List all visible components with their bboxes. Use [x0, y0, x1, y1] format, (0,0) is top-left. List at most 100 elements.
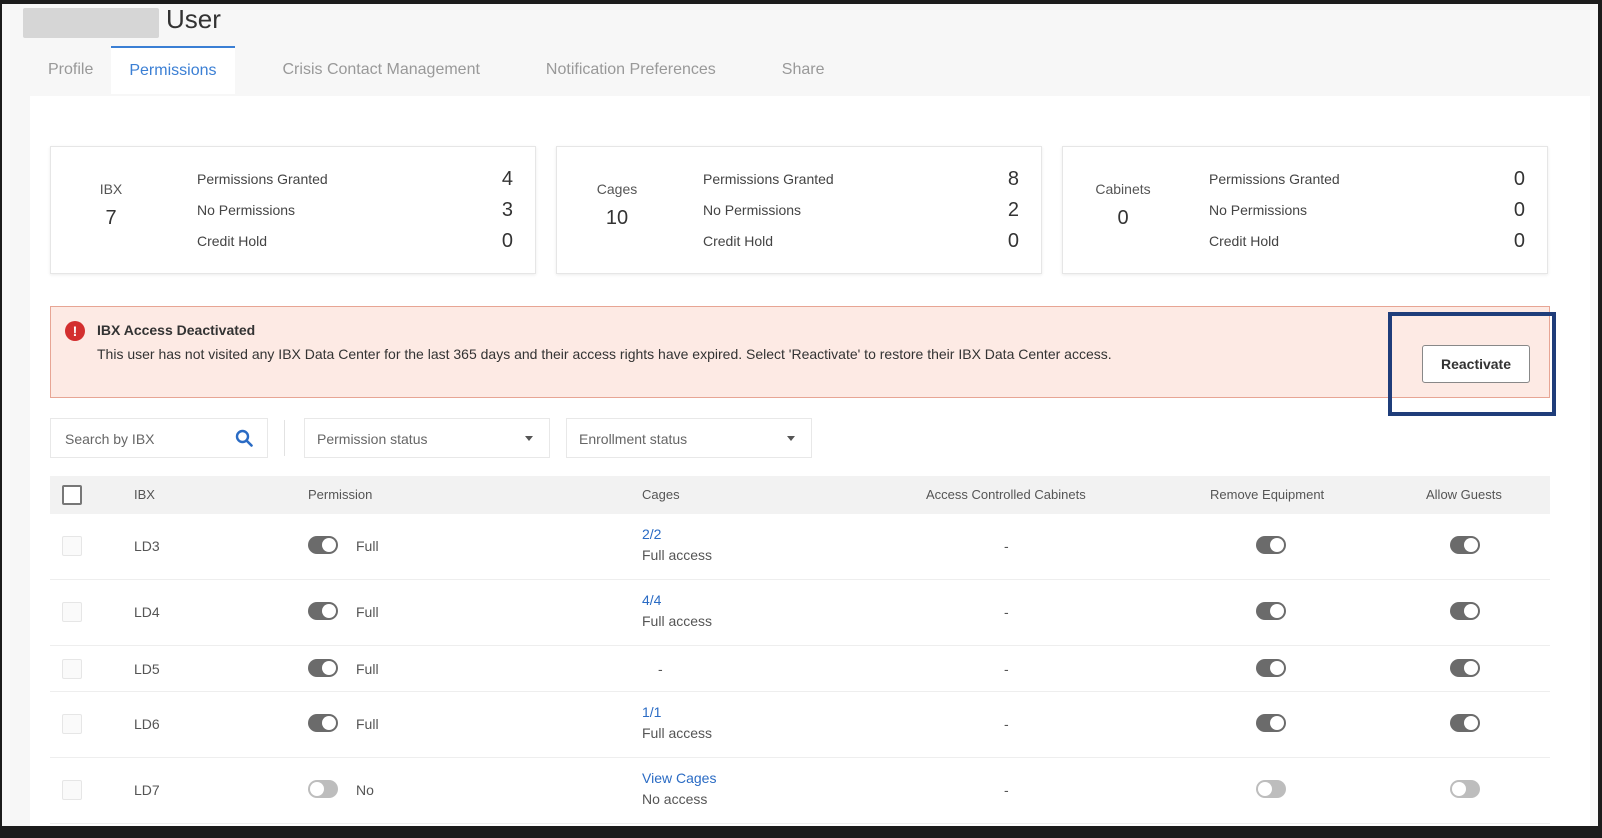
row-checkbox[interactable] — [62, 780, 82, 800]
permission-toggle[interactable] — [308, 714, 338, 732]
tab-profile[interactable]: Profile — [30, 46, 111, 94]
granted-value: 4 — [501, 167, 513, 190]
remove-equipment-toggle[interactable] — [1256, 780, 1286, 798]
view-cages-link[interactable]: View Cages — [642, 770, 716, 786]
cages-access-text: Full access — [642, 725, 713, 741]
allow-guests-toggle[interactable] — [1450, 780, 1480, 798]
cages-link[interactable]: 1/1 — [642, 704, 661, 720]
permission-toggle[interactable] — [308, 536, 338, 554]
permission-toggle[interactable] — [308, 602, 338, 620]
granted-label: Permissions Granted — [1209, 171, 1340, 187]
cages-access-text: Full access — [642, 547, 713, 563]
alert-message: This user has not visited any IBX Data C… — [97, 346, 1112, 362]
highlight-annotation-box — [1388, 312, 1556, 416]
permissions-table: IBX Permission Cages Access Controlled C… — [50, 476, 1550, 824]
app-window: User Profile Permissions Crisis Contact … — [2, 4, 1598, 826]
tab-crisis-contact-management[interactable]: Crisis Contact Management — [265, 46, 498, 94]
permission-cell: Full — [356, 604, 379, 620]
granted-value: 8 — [1007, 167, 1019, 190]
no-permissions-label: No Permissions — [197, 202, 296, 218]
search-icon[interactable] — [235, 429, 253, 447]
cages-link[interactable]: 4/4 — [642, 592, 661, 608]
allow-guests-toggle[interactable] — [1450, 536, 1480, 554]
page-title: User — [166, 4, 221, 34]
ibx-cell: LD5 — [134, 661, 160, 677]
summary-row-hold: Credit Hold 0 — [197, 229, 513, 253]
search-input[interactable]: Search by IBX — [50, 418, 268, 458]
permissions-panel: IBX 7 Permissions Granted 4 No Permission… — [30, 96, 1590, 826]
search-placeholder: Search by IBX — [65, 431, 155, 447]
summary-total: 0 — [1117, 207, 1129, 229]
column-header-ibx[interactable]: IBX — [134, 487, 155, 502]
ibx-cell: LD3 — [134, 538, 160, 554]
summary-total: 10 — [605, 207, 629, 229]
column-header-allow-guests[interactable]: Allow Guests — [1426, 487, 1502, 502]
redacted-user-name — [23, 8, 159, 38]
table-header: IBX Permission Cages Access Controlled C… — [50, 476, 1550, 514]
column-header-permission[interactable]: Permission — [308, 487, 372, 502]
select-all-checkbox[interactable] — [62, 485, 82, 505]
remove-equipment-toggle[interactable] — [1256, 602, 1286, 620]
filter-divider — [284, 420, 285, 456]
cages-summary-card: Cages 10 Permissions Granted 8 No Permiss… — [556, 146, 1042, 274]
tab-share[interactable]: Share — [764, 46, 843, 94]
no-permissions-label: No Permissions — [703, 202, 802, 218]
alert-title: IBX Access Deactivated — [97, 322, 256, 338]
allow-guests-toggle[interactable] — [1450, 659, 1480, 677]
column-header-cages[interactable]: Cages — [642, 487, 680, 502]
cabinets-cell: - — [1004, 716, 1009, 732]
permission-cell: No — [356, 782, 374, 798]
error-icon: ! — [65, 321, 85, 341]
summary-row-none: No Permissions 3 — [197, 198, 513, 222]
credit-hold-value: 0 — [1513, 229, 1525, 252]
permission-cell: Full — [356, 716, 379, 732]
dropdown-label: Enrollment status — [579, 431, 688, 447]
ibx-cell: LD7 — [134, 782, 160, 798]
summary-label: Cages — [596, 181, 638, 197]
column-header-remove-equipment[interactable]: Remove Equipment — [1210, 487, 1324, 502]
credit-hold-label: Credit Hold — [197, 233, 268, 249]
tab-notification-preferences[interactable]: Notification Preferences — [528, 46, 734, 94]
summary-row-hold: Credit Hold 0 — [703, 229, 1019, 253]
row-checkbox[interactable] — [62, 536, 82, 556]
summary-row-hold: Credit Hold 0 — [1209, 229, 1525, 253]
credit-hold-label: Credit Hold — [1209, 233, 1280, 249]
cabinets-cell: - — [1004, 604, 1009, 620]
summary-row-none: No Permissions 2 — [703, 198, 1019, 222]
tab-bar: Profile Permissions Crisis Contact Manag… — [30, 46, 842, 94]
column-header-cabinets[interactable]: Access Controlled Cabinets — [926, 487, 1086, 502]
table-row: LD6 Full 1/1 Full access - — [50, 692, 1550, 758]
credit-hold-label: Credit Hold — [703, 233, 774, 249]
summary-row-granted: Permissions Granted 8 — [703, 167, 1019, 191]
summary-label: IBX — [99, 181, 123, 197]
row-checkbox[interactable] — [62, 714, 82, 734]
cabinets-summary-card: Cabinets 0 Permissions Granted 0 No Permi… — [1062, 146, 1548, 274]
cages-access-text: Full access — [642, 613, 713, 629]
table-row: LD3 Full 2/2 Full access - — [50, 514, 1550, 580]
ibx-deactivated-alert: ! IBX Access Deactivated This user has n… — [50, 306, 1550, 398]
ibx-cell: LD4 — [134, 604, 160, 620]
permission-toggle[interactable] — [308, 780, 338, 798]
granted-value: 0 — [1513, 167, 1525, 190]
table-row: LD4 Full 4/4 Full access - — [50, 580, 1550, 646]
no-permissions-value: 3 — [501, 198, 513, 221]
allow-guests-toggle[interactable] — [1450, 714, 1480, 732]
allow-guests-toggle[interactable] — [1450, 602, 1480, 620]
remove-equipment-toggle[interactable] — [1256, 714, 1286, 732]
tab-permissions[interactable]: Permissions — [111, 46, 235, 94]
cabinets-cell: - — [1004, 538, 1009, 554]
remove-equipment-toggle[interactable] — [1256, 659, 1286, 677]
permission-cell: Full — [356, 661, 379, 677]
remove-equipment-toggle[interactable] — [1256, 536, 1286, 554]
permission-cell: Full — [356, 538, 379, 554]
permission-status-dropdown[interactable]: Permission status — [304, 418, 550, 458]
cabinets-cell: - — [1004, 661, 1009, 677]
caret-down-icon — [787, 436, 795, 441]
row-checkbox[interactable] — [62, 659, 82, 679]
cages-link[interactable]: 2/2 — [642, 526, 661, 542]
row-checkbox[interactable] — [62, 602, 82, 622]
permission-toggle[interactable] — [308, 659, 338, 677]
caret-down-icon — [525, 436, 533, 441]
enrollment-status-dropdown[interactable]: Enrollment status — [566, 418, 812, 458]
ibx-cell: LD6 — [134, 716, 160, 732]
